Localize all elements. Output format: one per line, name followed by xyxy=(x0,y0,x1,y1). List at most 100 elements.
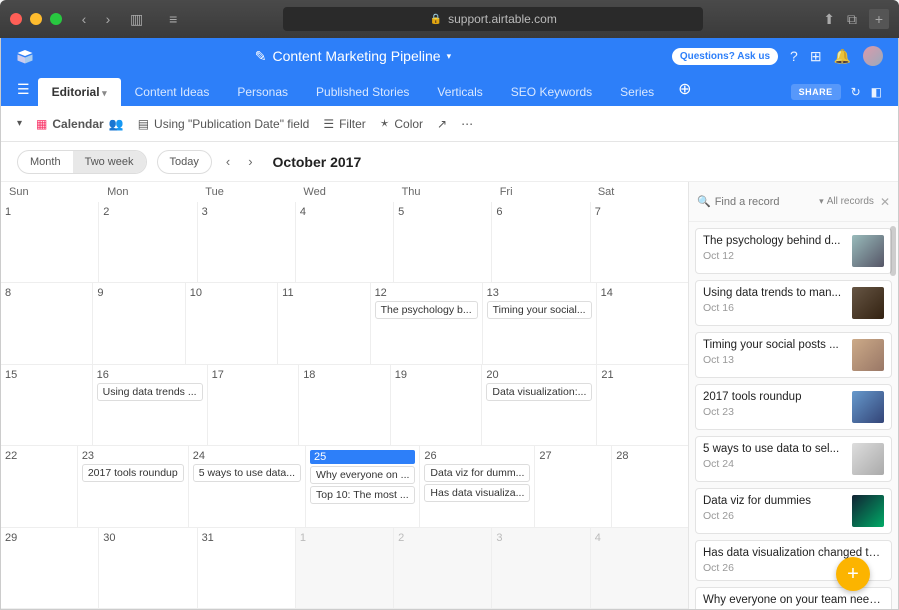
calendar-day[interactable]: 3 xyxy=(492,528,590,609)
calendar-day[interactable]: 21 xyxy=(597,365,688,446)
calendar-day[interactable]: 11 xyxy=(278,283,370,364)
tab-series[interactable]: Series xyxy=(606,78,668,106)
calendar-day[interactable]: 3 xyxy=(198,202,296,283)
tab-content-ideas[interactable]: Content Ideas xyxy=(121,78,224,106)
help-icon[interactable]: ? xyxy=(790,48,798,64)
record-card[interactable]: The psychology behind d...Oct 12 xyxy=(695,228,892,274)
window-zoom[interactable] xyxy=(50,13,62,25)
tab-verticals[interactable]: Verticals xyxy=(423,78,496,106)
window-minimize[interactable] xyxy=(30,13,42,25)
add-record-fab[interactable]: + xyxy=(836,557,870,591)
calendar-day[interactable]: 7 xyxy=(591,202,688,283)
filter-button[interactable]: ☰ Filter xyxy=(323,117,365,131)
calendar-day[interactable]: 1 xyxy=(296,528,394,609)
calendar-event[interactable]: Timing your social... xyxy=(487,301,592,319)
calendar-day[interactable]: 4 xyxy=(296,202,394,283)
add-table-button[interactable]: ⊕ xyxy=(668,72,701,106)
share-icon[interactable]: ⬆ xyxy=(823,11,835,28)
tabs-icon[interactable]: ⧉ xyxy=(847,11,857,28)
prev-month[interactable]: ‹ xyxy=(222,152,234,171)
url-bar[interactable]: 🔒 support.airtable.com xyxy=(283,7,703,31)
back-button[interactable]: ‹ xyxy=(74,9,94,29)
tab-personas[interactable]: Personas xyxy=(223,78,302,106)
avatar[interactable] xyxy=(863,46,883,66)
color-button[interactable]: 🟉 Color xyxy=(380,115,423,133)
calendar-event[interactable]: Has data visualiza... xyxy=(424,484,530,502)
calendar-day[interactable]: 245 ways to use data... xyxy=(189,446,306,527)
blocks-icon[interactable]: ◧ xyxy=(871,85,882,99)
calendar-day[interactable]: 28 xyxy=(612,446,688,527)
calendar-event[interactable]: Why everyone on ... xyxy=(310,466,415,484)
calendar-day[interactable]: 13Timing your social... xyxy=(483,283,597,364)
record-card[interactable]: Data viz for dummiesOct 26 xyxy=(695,488,892,534)
using-field[interactable]: ▤ Using "Publication Date" field xyxy=(138,117,310,131)
tab-editorial[interactable]: Editorial ▾ xyxy=(38,78,121,106)
calendar-day[interactable]: 1 xyxy=(1,202,99,283)
base-title[interactable]: ✎ Content Marketing Pipeline ▾ xyxy=(34,48,672,65)
calendar-event[interactable]: Data visualization:... xyxy=(486,383,592,401)
calendar-day[interactable]: 16Using data trends ... xyxy=(93,365,208,446)
calendar-event[interactable]: 2017 tools roundup xyxy=(82,464,184,482)
hamburger-icon[interactable]: ☰ xyxy=(17,81,30,98)
calendar-day[interactable]: 19 xyxy=(391,365,483,446)
calendar-event[interactable]: 5 ways to use data... xyxy=(193,464,301,482)
share-view-icon[interactable]: ↗ xyxy=(437,117,447,131)
calendar-day[interactable]: 27 xyxy=(535,446,612,527)
today-button[interactable]: Today xyxy=(157,150,212,174)
tab-seo-keywords[interactable]: SEO Keywords xyxy=(497,78,606,106)
calendar-event[interactable]: The psychology b... xyxy=(375,301,478,319)
calendar-event[interactable]: Top 10: The most ... xyxy=(310,486,415,504)
record-card[interactable]: Timing your social posts ...Oct 13 xyxy=(695,332,892,378)
calendar-day[interactable]: 9 xyxy=(93,283,185,364)
more-icon[interactable]: ⋯ xyxy=(461,117,475,131)
calendar-day[interactable]: 14 xyxy=(597,283,688,364)
sidebar-toggle-icon[interactable]: ▥ xyxy=(130,11,143,28)
calendar-event[interactable]: Using data trends ... xyxy=(97,383,203,401)
range-two-week[interactable]: Two week xyxy=(73,151,146,173)
calendar-day[interactable]: 26Data viz for dumm...Has data visualiza… xyxy=(420,446,535,527)
record-card[interactable]: Why everyone on your team needs...Oct 25 xyxy=(695,587,892,609)
all-records-dropdown[interactable]: ▾ All records xyxy=(819,196,874,207)
apps-icon[interactable]: ⊞ xyxy=(810,48,822,65)
calendar-event[interactable]: Data viz for dumm... xyxy=(424,464,530,482)
calendar-day[interactable]: 2 xyxy=(394,528,492,609)
history-icon[interactable]: ↻ xyxy=(851,85,861,99)
calendar-day[interactable]: 232017 tools roundup xyxy=(78,446,189,527)
new-tab-button[interactable]: + xyxy=(869,9,889,29)
calendar-day[interactable]: 30 xyxy=(99,528,197,609)
calendar-day[interactable]: 5 xyxy=(394,202,492,283)
ask-us-button[interactable]: Questions? Ask us xyxy=(672,48,778,65)
calendar-day[interactable]: 25 Why everyone on ... Top 10: The most ..… xyxy=(306,446,420,527)
close-sidebar-icon[interactable]: ✕ xyxy=(880,195,890,209)
calendar-day[interactable]: 4 xyxy=(591,528,688,609)
day-number: 25 xyxy=(310,450,415,464)
window-close[interactable] xyxy=(10,13,22,25)
record-card[interactable]: 2017 tools roundupOct 23 xyxy=(695,384,892,430)
collapse-icon[interactable]: ▾ xyxy=(17,118,22,129)
calendar-day[interactable]: 10 xyxy=(186,283,278,364)
range-month[interactable]: Month xyxy=(18,151,73,173)
forward-button[interactable]: › xyxy=(98,9,118,29)
record-card[interactable]: 5 ways to use data to sel...Oct 24 xyxy=(695,436,892,482)
calendar-day[interactable]: 18 xyxy=(299,365,391,446)
calendar-day[interactable]: 12The psychology b... xyxy=(371,283,483,364)
find-record-search[interactable]: 🔍 xyxy=(697,195,813,208)
view-switcher[interactable]: ▦ Calendar 👥 xyxy=(36,117,124,131)
search-input[interactable] xyxy=(715,196,813,208)
tab-published-stories[interactable]: Published Stories xyxy=(302,78,423,106)
record-card[interactable]: Using data trends to man...Oct 16 xyxy=(695,280,892,326)
calendar-day[interactable]: 17 xyxy=(208,365,300,446)
calendar-day[interactable]: 6 xyxy=(492,202,590,283)
calendar-day[interactable]: 31 xyxy=(198,528,296,609)
calendar-day[interactable]: 8 xyxy=(1,283,93,364)
scrollbar[interactable] xyxy=(890,226,896,276)
calendar-day[interactable]: 22 xyxy=(1,446,78,527)
bell-icon[interactable]: 🔔 xyxy=(834,48,851,65)
calendar-day[interactable]: 29 xyxy=(1,528,99,609)
calendar-day[interactable]: 15 xyxy=(1,365,93,446)
next-month[interactable]: › xyxy=(244,152,256,171)
calendar-day[interactable]: 2 xyxy=(99,202,197,283)
calendar-day[interactable]: 20Data visualization:... xyxy=(482,365,597,446)
reader-icon[interactable]: ≡ xyxy=(163,9,183,29)
share-button[interactable]: SHARE xyxy=(791,84,841,100)
